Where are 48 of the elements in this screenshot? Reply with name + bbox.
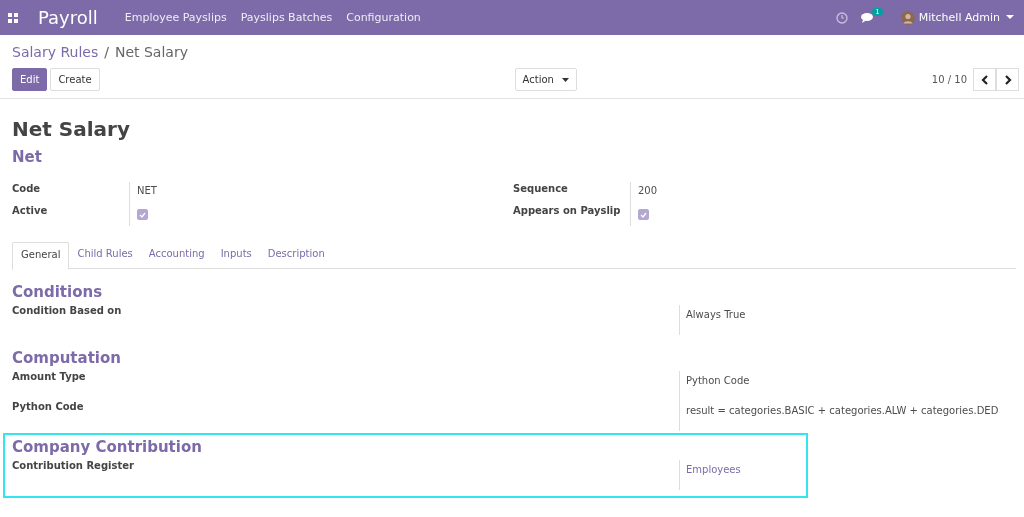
chevron-left-icon: [980, 74, 989, 85]
field-label: Appears on Payslip: [513, 204, 622, 218]
section-heading: Computation: [12, 349, 122, 367]
section-heading: Company Contribution: [12, 438, 203, 456]
field-value: result = categories.BASIC + categories.ALW + categories.DED: [686, 405, 999, 416]
field-label: Python Code: [12, 401, 85, 414]
tab[interactable]: Child Rules: [69, 242, 141, 268]
field-value: NET: [137, 185, 157, 196]
caret-icon[interactable]: [1006, 15, 1014, 20]
nav-menu-item[interactable]: Employee Payslips: [124, 11, 227, 24]
field-label: Contribution Register: [12, 460, 135, 473]
app-name[interactable]: Payroll: [38, 7, 98, 28]
checkbox[interactable]: [137, 209, 148, 220]
field-link[interactable]: Employees: [686, 464, 741, 475]
apps-menu-icon[interactable]: [8, 12, 18, 23]
checkbox[interactable]: [638, 209, 649, 220]
field-label: Amount Type: [12, 371, 87, 384]
record-category: Net: [12, 148, 43, 166]
previous-button[interactable]: [973, 68, 996, 91]
clock-icon[interactable]: [836, 11, 849, 24]
action-button[interactable]: Action: [514, 68, 577, 91]
section-heading: Conditions: [12, 283, 104, 301]
tab[interactable]: General: [12, 242, 70, 270]
field-value: 200: [638, 185, 658, 196]
field-label: Sequence: [513, 182, 569, 196]
field-label: Condition Based on: [12, 305, 123, 318]
breadcrumb-separator: /: [104, 44, 109, 60]
tab[interactable]: Accounting: [140, 242, 213, 268]
caret-icon: [561, 77, 569, 82]
create-button[interactable]: Create: [50, 68, 100, 91]
field-value: Python Code: [686, 375, 750, 386]
chat-icon[interactable]: [861, 11, 876, 24]
nav-menu-item[interactable]: Payslips Batches: [240, 11, 333, 24]
field-label: Code: [12, 182, 42, 196]
breadcrumb-link[interactable]: Salary Rules: [12, 44, 99, 60]
edit-button[interactable]: Edit: [12, 68, 48, 91]
pager-counter: 10 / 10: [931, 74, 967, 85]
nav-menu-item[interactable]: Configuration: [346, 11, 421, 24]
breadcrumb-current: Net Salary: [114, 44, 188, 60]
field-value: Always True: [686, 309, 746, 320]
field-label: Active: [12, 204, 49, 218]
tab[interactable]: Inputs: [212, 242, 260, 268]
record-title: Net Salary: [12, 117, 131, 141]
chevron-right-icon: [1003, 74, 1012, 85]
next-button[interactable]: [996, 68, 1019, 91]
avatar-icon[interactable]: [900, 10, 915, 25]
tab[interactable]: Description: [259, 242, 333, 268]
user-name[interactable]: Mitchell Admin: [918, 11, 1000, 24]
